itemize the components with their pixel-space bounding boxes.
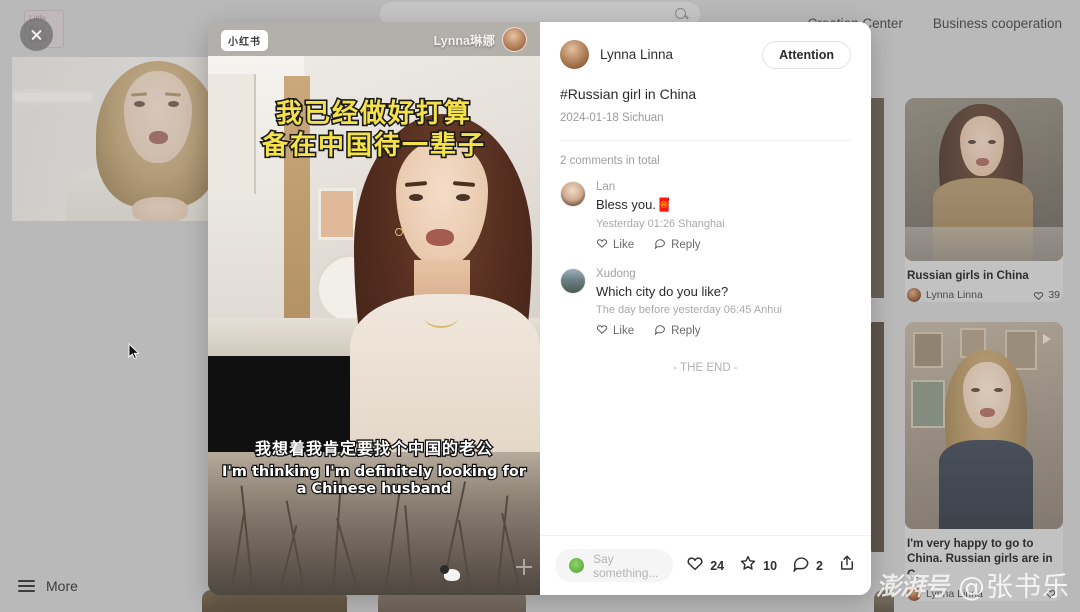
feed-card[interactable]: Russian girls in China Lynna Linna 39 <box>905 98 1063 303</box>
comment-like-button[interactable]: Like <box>596 237 634 252</box>
comment-author-name: Xudong <box>596 268 636 280</box>
comment-button[interactable]: 2 <box>792 554 823 577</box>
video-subtitles: 我想着我肯定要找个中国的老公 I'm thinking I'm definite… <box>208 435 540 499</box>
video-player[interactable]: 小红书 Lynna琳娜 我已经做好打算 备在中国待一辈子 我想着我肯定要找个中国… <box>208 22 540 595</box>
collect-button[interactable]: 10 <box>739 554 777 577</box>
nav-item-business-cooperation[interactable]: Business cooperation <box>933 16 1062 31</box>
comment-actions: Like Reply <box>596 323 851 338</box>
feed-thumbnail <box>905 322 1063 529</box>
post-author-row: Lynna Linna Attention <box>560 40 851 69</box>
comment-item: Xudong Which city do you like? The day b… <box>560 268 851 338</box>
comment-like-label: Like <box>613 324 635 337</box>
note-action-bar: Say something... 24 10 2 <box>540 535 871 595</box>
comment-reply-button[interactable]: Reply <box>654 323 701 338</box>
comment-actions: Like Reply <box>596 237 851 252</box>
avatar <box>907 586 921 601</box>
comment-bubble-icon <box>792 554 810 577</box>
collect-count: 10 <box>763 558 778 573</box>
end-marker: - THE END - <box>673 362 738 374</box>
like-button[interactable]: 24 <box>686 554 724 577</box>
feed-card[interactable]: I'm very happy to go to China. Russian g… <box>905 322 1063 601</box>
share-button[interactable] <box>838 554 856 577</box>
heart-icon <box>1033 290 1044 301</box>
share-icon <box>838 554 856 577</box>
xiaohongshu-logo: 小红书 <box>221 30 268 51</box>
sidebar-item-label: More <box>46 578 78 594</box>
video-headline-line1: 我已经做好打算 <box>274 97 472 130</box>
comment-bubble-icon <box>654 237 666 252</box>
comment-bubble-icon <box>654 323 666 338</box>
post-author-name[interactable]: Lynna Linna <box>600 47 751 62</box>
comment-reply-label: Reply <box>671 238 701 251</box>
avatar[interactable] <box>560 268 586 294</box>
feed-card-title: Russian girls in China <box>907 269 1029 282</box>
sidebar-item-more[interactable]: More <box>18 578 78 594</box>
star-icon <box>739 554 757 577</box>
subtitle-english: I'm thinking I'm definitely looking for … <box>221 462 527 498</box>
comment-meta: The day before yesterday 06:45 Anhui <box>596 304 782 316</box>
comment-like-label: Like <box>613 238 635 251</box>
emoji-icon[interactable] <box>569 558 584 573</box>
video-headline: 我已经做好打算 备在中国待一辈子 <box>208 97 540 163</box>
follow-button[interactable]: Attention <box>762 40 851 69</box>
comment-count-label: 2 comments in total <box>560 155 660 167</box>
comment-count: 2 <box>816 558 823 573</box>
heart-icon <box>686 554 704 577</box>
comment-input-placeholder: Say something... <box>593 551 659 580</box>
video-headline-line2: 备在中国待一辈子 <box>260 130 486 163</box>
feed-card-like-count: 39 <box>1048 289 1060 302</box>
comment-like-button[interactable]: Like <box>596 323 634 338</box>
heart-icon <box>1045 588 1056 599</box>
avatar[interactable] <box>560 40 589 69</box>
note-detail-modal: 小红书 Lynna琳娜 我已经做好打算 备在中国待一辈子 我想着我肯定要找个中国… <box>208 22 871 595</box>
search-icon <box>675 8 686 19</box>
post-title: #Russian girl in China <box>560 86 697 102</box>
avatar <box>907 288 921 303</box>
comment-meta: Yesterday 01:26 Shanghai <box>596 218 725 230</box>
close-icon[interactable] <box>20 18 53 51</box>
comment-text: Bless you.🧧 <box>596 197 673 212</box>
hamburger-icon <box>18 580 35 592</box>
engagement-stats: 24 10 2 <box>686 554 856 577</box>
divider <box>560 140 851 141</box>
comment-text: Which city do you like? <box>596 284 729 299</box>
comment-input[interactable]: Say something... <box>555 549 674 582</box>
comment-reply-label: Reply <box>671 324 701 337</box>
feed-card-author: Lynna Linna <box>907 586 983 601</box>
feed-card-title: I'm very happy to go to China. Russian g… <box>907 537 1053 581</box>
screen-root: Creation Center Business cooperation Lit… <box>0 0 1080 612</box>
feed-card[interactable] <box>874 590 894 612</box>
feed-card-likes <box>1045 588 1060 599</box>
video-author[interactable]: Lynna琳娜 <box>434 27 527 52</box>
note-info-panel: Lynna Linna Attention #Russian girl in C… <box>540 22 871 595</box>
post-date-location: 2024-01-18 Sichuan <box>560 112 664 124</box>
note-content-scroll[interactable]: Lynna Linna Attention #Russian girl in C… <box>540 22 871 535</box>
avatar[interactable] <box>560 181 586 207</box>
feed-card-author-name: Lynna Linna <box>926 587 983 600</box>
feed-card-likes: 39 <box>1033 289 1060 301</box>
plus-icon[interactable] <box>516 559 532 575</box>
heart-icon <box>596 237 608 252</box>
feed-card-author-name: Lynna Linna <box>926 289 983 302</box>
comment-author-name: Lan <box>596 181 616 193</box>
feed-card-meta: Lynna Linna 39 <box>905 283 1063 303</box>
avatar <box>502 27 527 52</box>
subtitle-chinese: 我想着我肯定要找个中国的老公 <box>254 437 494 459</box>
like-count: 24 <box>710 558 725 573</box>
comment-item: Lan Bless you.🧧 Yesterday 01:26 Shanghai <box>560 181 851 252</box>
feed-thumbnail <box>905 98 1063 261</box>
heart-icon <box>596 323 608 338</box>
video-author-name: Lynna琳娜 <box>433 34 495 48</box>
feed-card-meta: Lynna Linna <box>905 582 1063 601</box>
comment-reply-button[interactable]: Reply <box>654 237 701 252</box>
feed-card-author: Lynna Linna <box>907 288 983 303</box>
